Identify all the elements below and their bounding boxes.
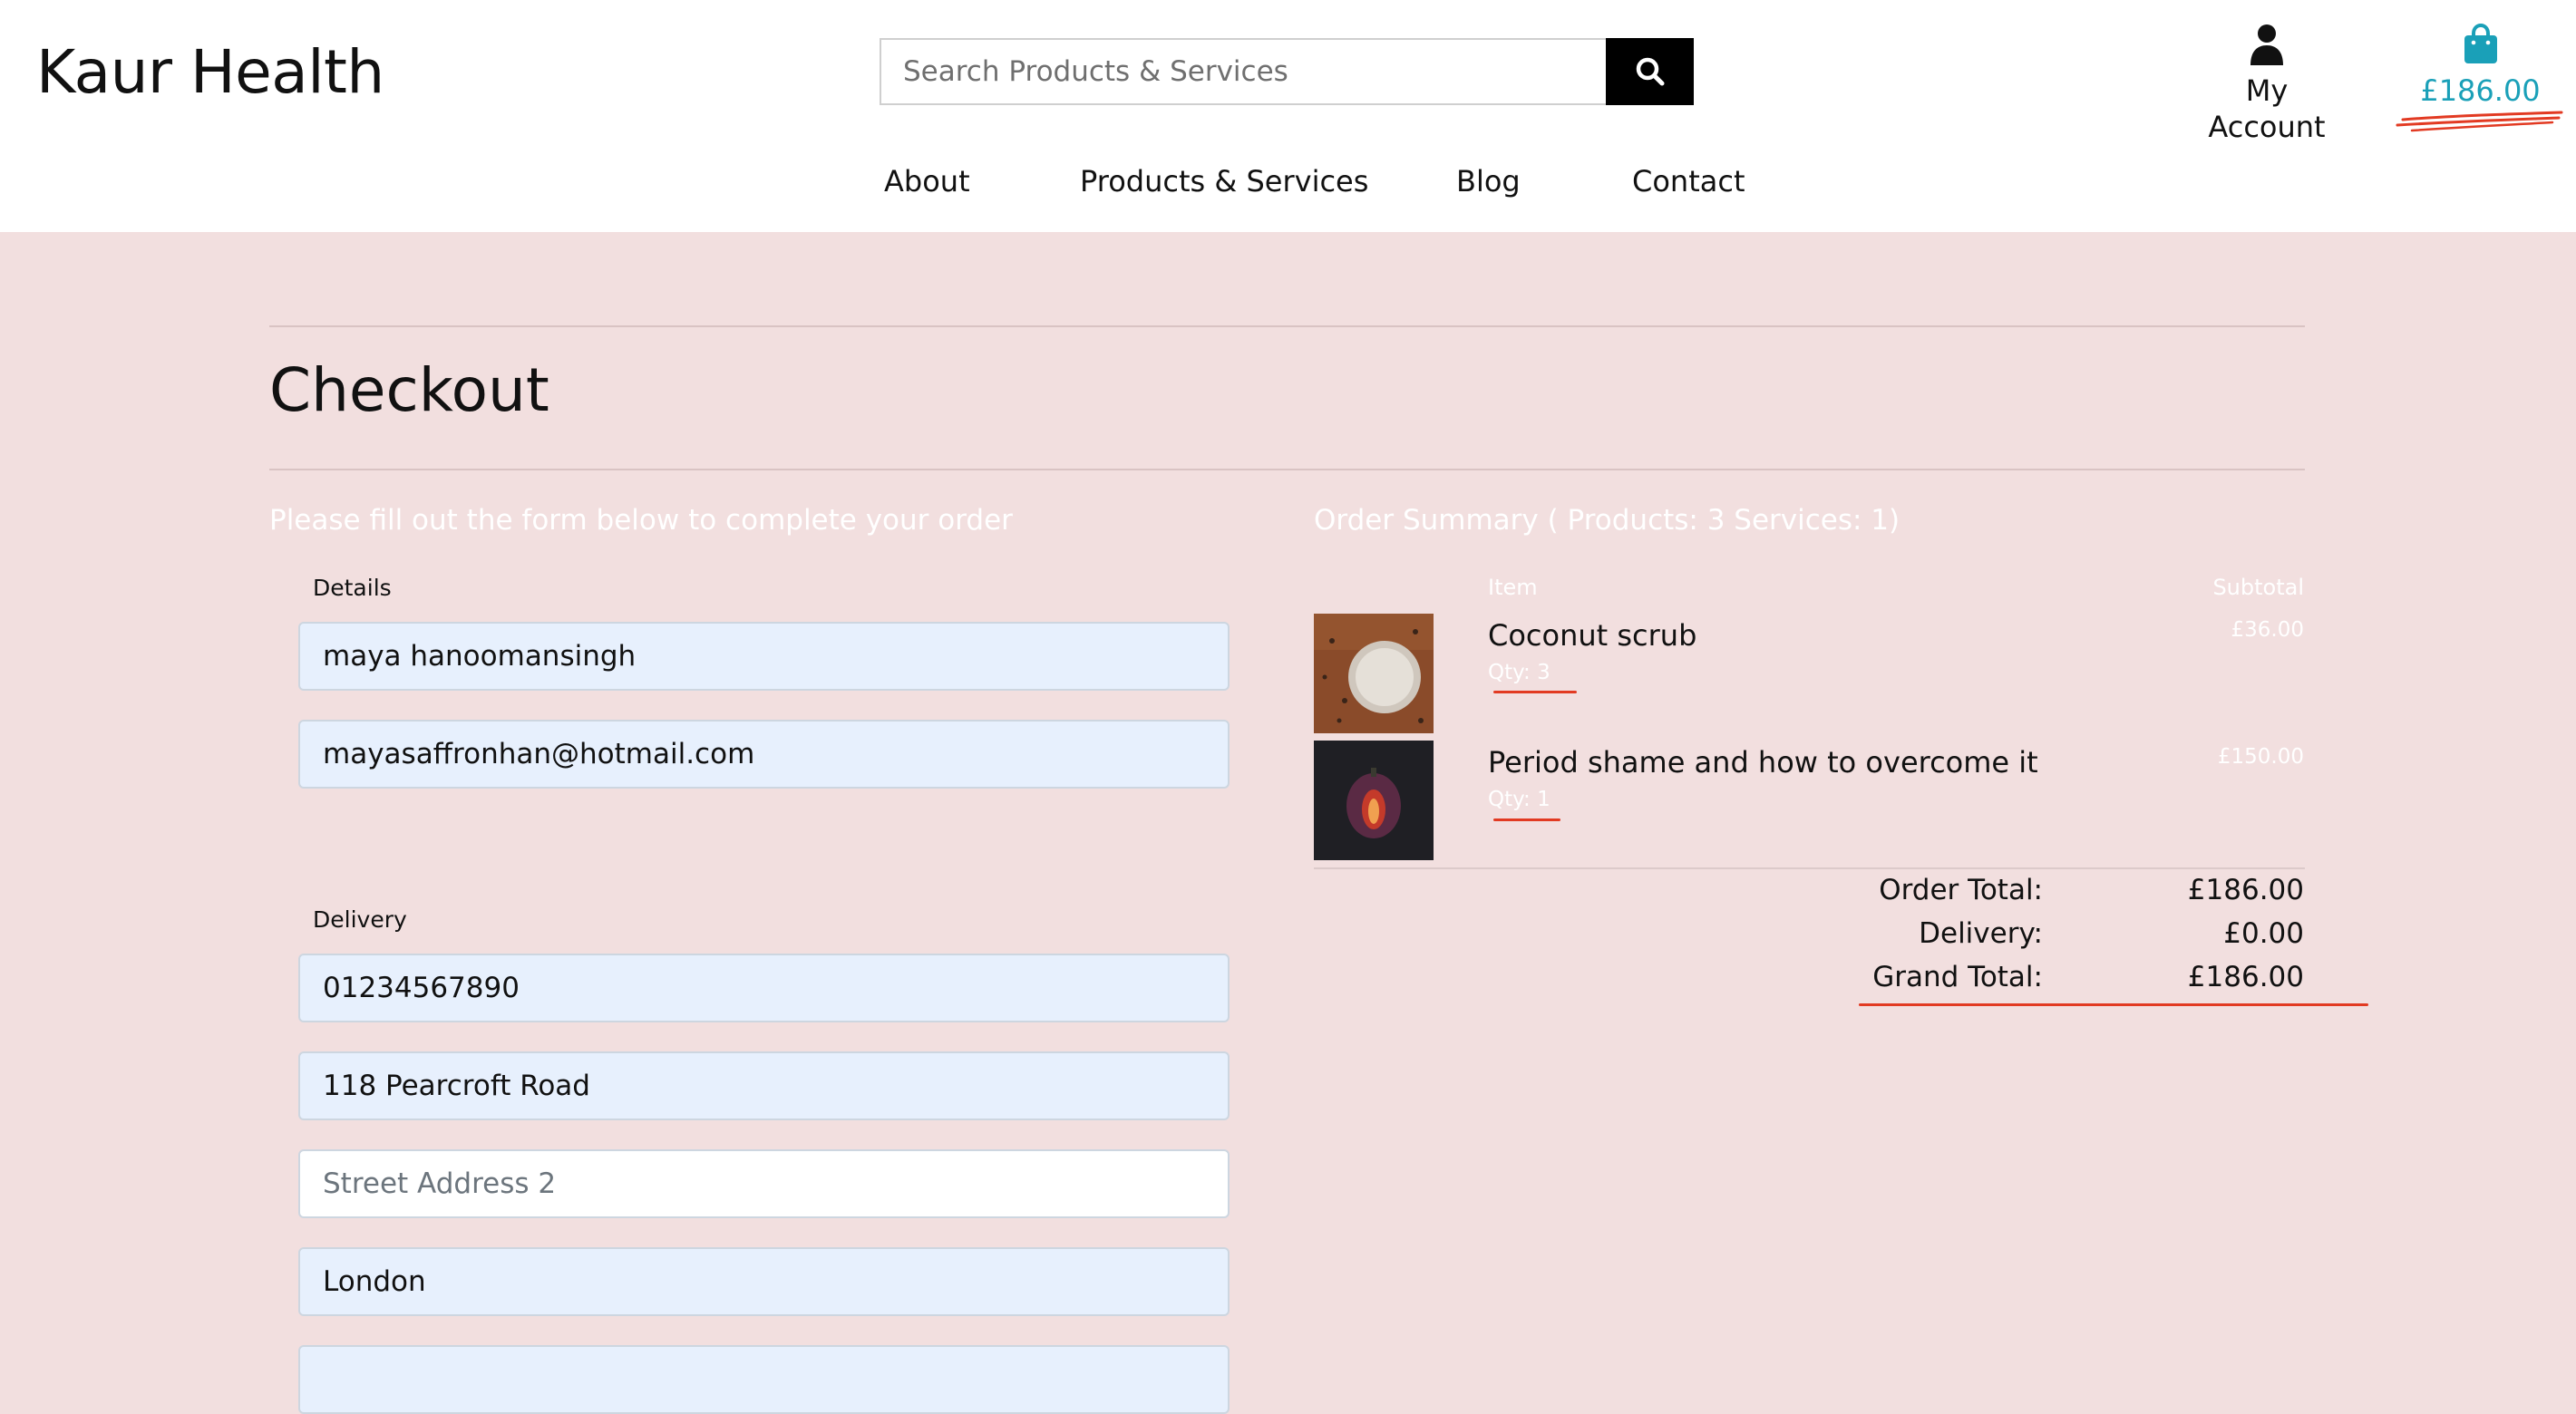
search-input[interactable] <box>880 38 1607 105</box>
site-logo[interactable]: Kaur Health <box>36 36 384 109</box>
annotation-underline <box>1859 1003 2368 1006</box>
city-field[interactable] <box>298 1247 1230 1316</box>
order-total-value: £186.00 <box>2187 874 2304 906</box>
grand-total-value: £186.00 <box>2187 961 2304 993</box>
order-item-subtotal: £150.00 <box>2217 745 2304 769</box>
nav-item-about[interactable]: About <box>884 160 970 203</box>
order-item-qty: Qty: 3 <box>1488 661 1550 684</box>
delivery-cost-label: Delivery: <box>1919 917 2043 950</box>
my-account-link[interactable]: My Account <box>2185 24 2348 145</box>
column-header-item: Item <box>1488 575 1538 600</box>
full-name-field[interactable] <box>298 622 1230 691</box>
email-field[interactable] <box>298 720 1230 789</box>
shopping-bag-link[interactable]: £186.00 <box>2401 23 2560 109</box>
order-total-label: Order Total: <box>1879 874 2043 906</box>
fig-image <box>1314 741 1434 860</box>
order-item-name: Period shame and how to overcome it <box>1488 745 2038 780</box>
site-header: Kaur Health My Account £186.00 <box>0 0 2576 232</box>
phone-field[interactable] <box>298 954 1230 1022</box>
order-summary-title: Order Summary ( Products: 3 Services: 1) <box>1314 504 1900 537</box>
search-icon <box>1636 57 1664 86</box>
column-header-subtotal: Subtotal <box>2212 575 2304 600</box>
order-item-subtotal: £36.00 <box>2231 618 2304 642</box>
nav-item-contact[interactable]: Contact <box>1632 160 1745 203</box>
divider-top <box>269 325 2305 327</box>
annotation-underline <box>1493 691 1577 693</box>
grand-total-label: Grand Total: <box>1872 961 2043 993</box>
annotation-underline <box>1493 818 1560 821</box>
order-item-name: Coconut scrub <box>1488 618 1697 653</box>
street-address-1-field[interactable] <box>298 1051 1230 1120</box>
page-title: Checkout <box>269 355 549 425</box>
shopping-bag-icon <box>2464 23 2497 63</box>
summary-divider <box>1314 867 2305 869</box>
street-address-2-field[interactable] <box>298 1149 1230 1218</box>
my-account-label: My Account <box>2208 73 2326 144</box>
search-bar <box>880 38 1694 105</box>
delivery-label: Delivery <box>313 906 407 933</box>
main-nav: About Products & Services Blog Contact <box>0 160 2576 205</box>
delivery-cost-value: £0.00 <box>2223 917 2304 950</box>
bag-total: £186.00 <box>2420 73 2541 108</box>
details-label: Details <box>313 575 392 601</box>
nav-item-blog[interactable]: Blog <box>1456 160 1521 203</box>
order-item-qty: Qty: 1 <box>1488 788 1550 811</box>
coconut-scrub-image <box>1314 614 1434 733</box>
next-field[interactable] <box>298 1345 1230 1414</box>
user-icon <box>2250 24 2283 65</box>
form-intro: Please fill out the form below to comple… <box>269 504 1013 537</box>
divider-title <box>269 469 2305 470</box>
annotation-scribble <box>2396 111 2563 132</box>
nav-item-products-services[interactable]: Products & Services <box>1080 160 1368 203</box>
search-button[interactable] <box>1606 38 1694 105</box>
